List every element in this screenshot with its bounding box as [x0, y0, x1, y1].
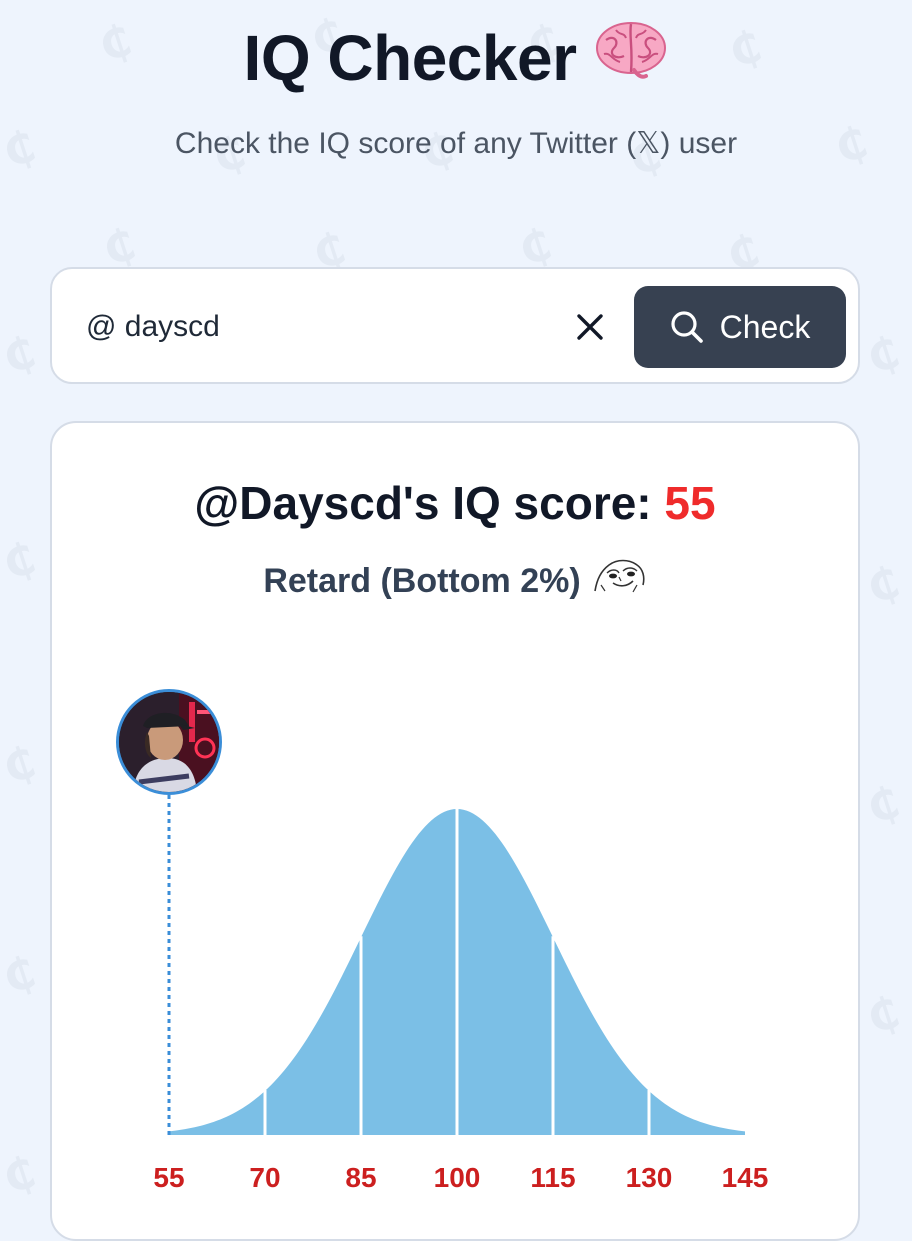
- result-card: @Dayscd's IQ score: 55 Retard (Bottom 2%…: [50, 421, 860, 1241]
- iq-checker-page: IQ Checker Check the IQ score of any Twi…: [0, 0, 912, 1241]
- x-tick-label: 85: [345, 1162, 376, 1193]
- iq-distribution-chart: 55 70 85 100 115 130 145: [153, 795, 768, 1193]
- x-axis-tick-labels: 55 70 85 100 115 130 145: [153, 1162, 768, 1193]
- page-subtitle: Check the IQ score of any Twitter (𝕏) us…: [174, 127, 738, 160]
- page-title-text: IQ Checker: [243, 22, 577, 94]
- search-bar: Check: [50, 267, 860, 384]
- page-title: IQ Checker: [0, 18, 912, 98]
- close-icon: [577, 314, 603, 340]
- x-tick-label: 130: [626, 1162, 673, 1193]
- check-button-label: Check: [719, 308, 811, 345]
- x-tick-label: 100: [434, 1162, 481, 1193]
- search-icon: [670, 310, 704, 344]
- x-tick-label: 55: [153, 1162, 184, 1193]
- username-search-input[interactable]: [86, 303, 546, 351]
- x-tick-label: 115: [530, 1162, 575, 1193]
- x-tick-label: 145: [722, 1162, 769, 1193]
- check-button[interactable]: Check: [634, 286, 846, 368]
- brain-icon: [594, 18, 668, 98]
- clear-input-button[interactable]: [568, 305, 612, 349]
- x-tick-label: 70: [249, 1162, 280, 1193]
- user-avatar: [116, 689, 222, 795]
